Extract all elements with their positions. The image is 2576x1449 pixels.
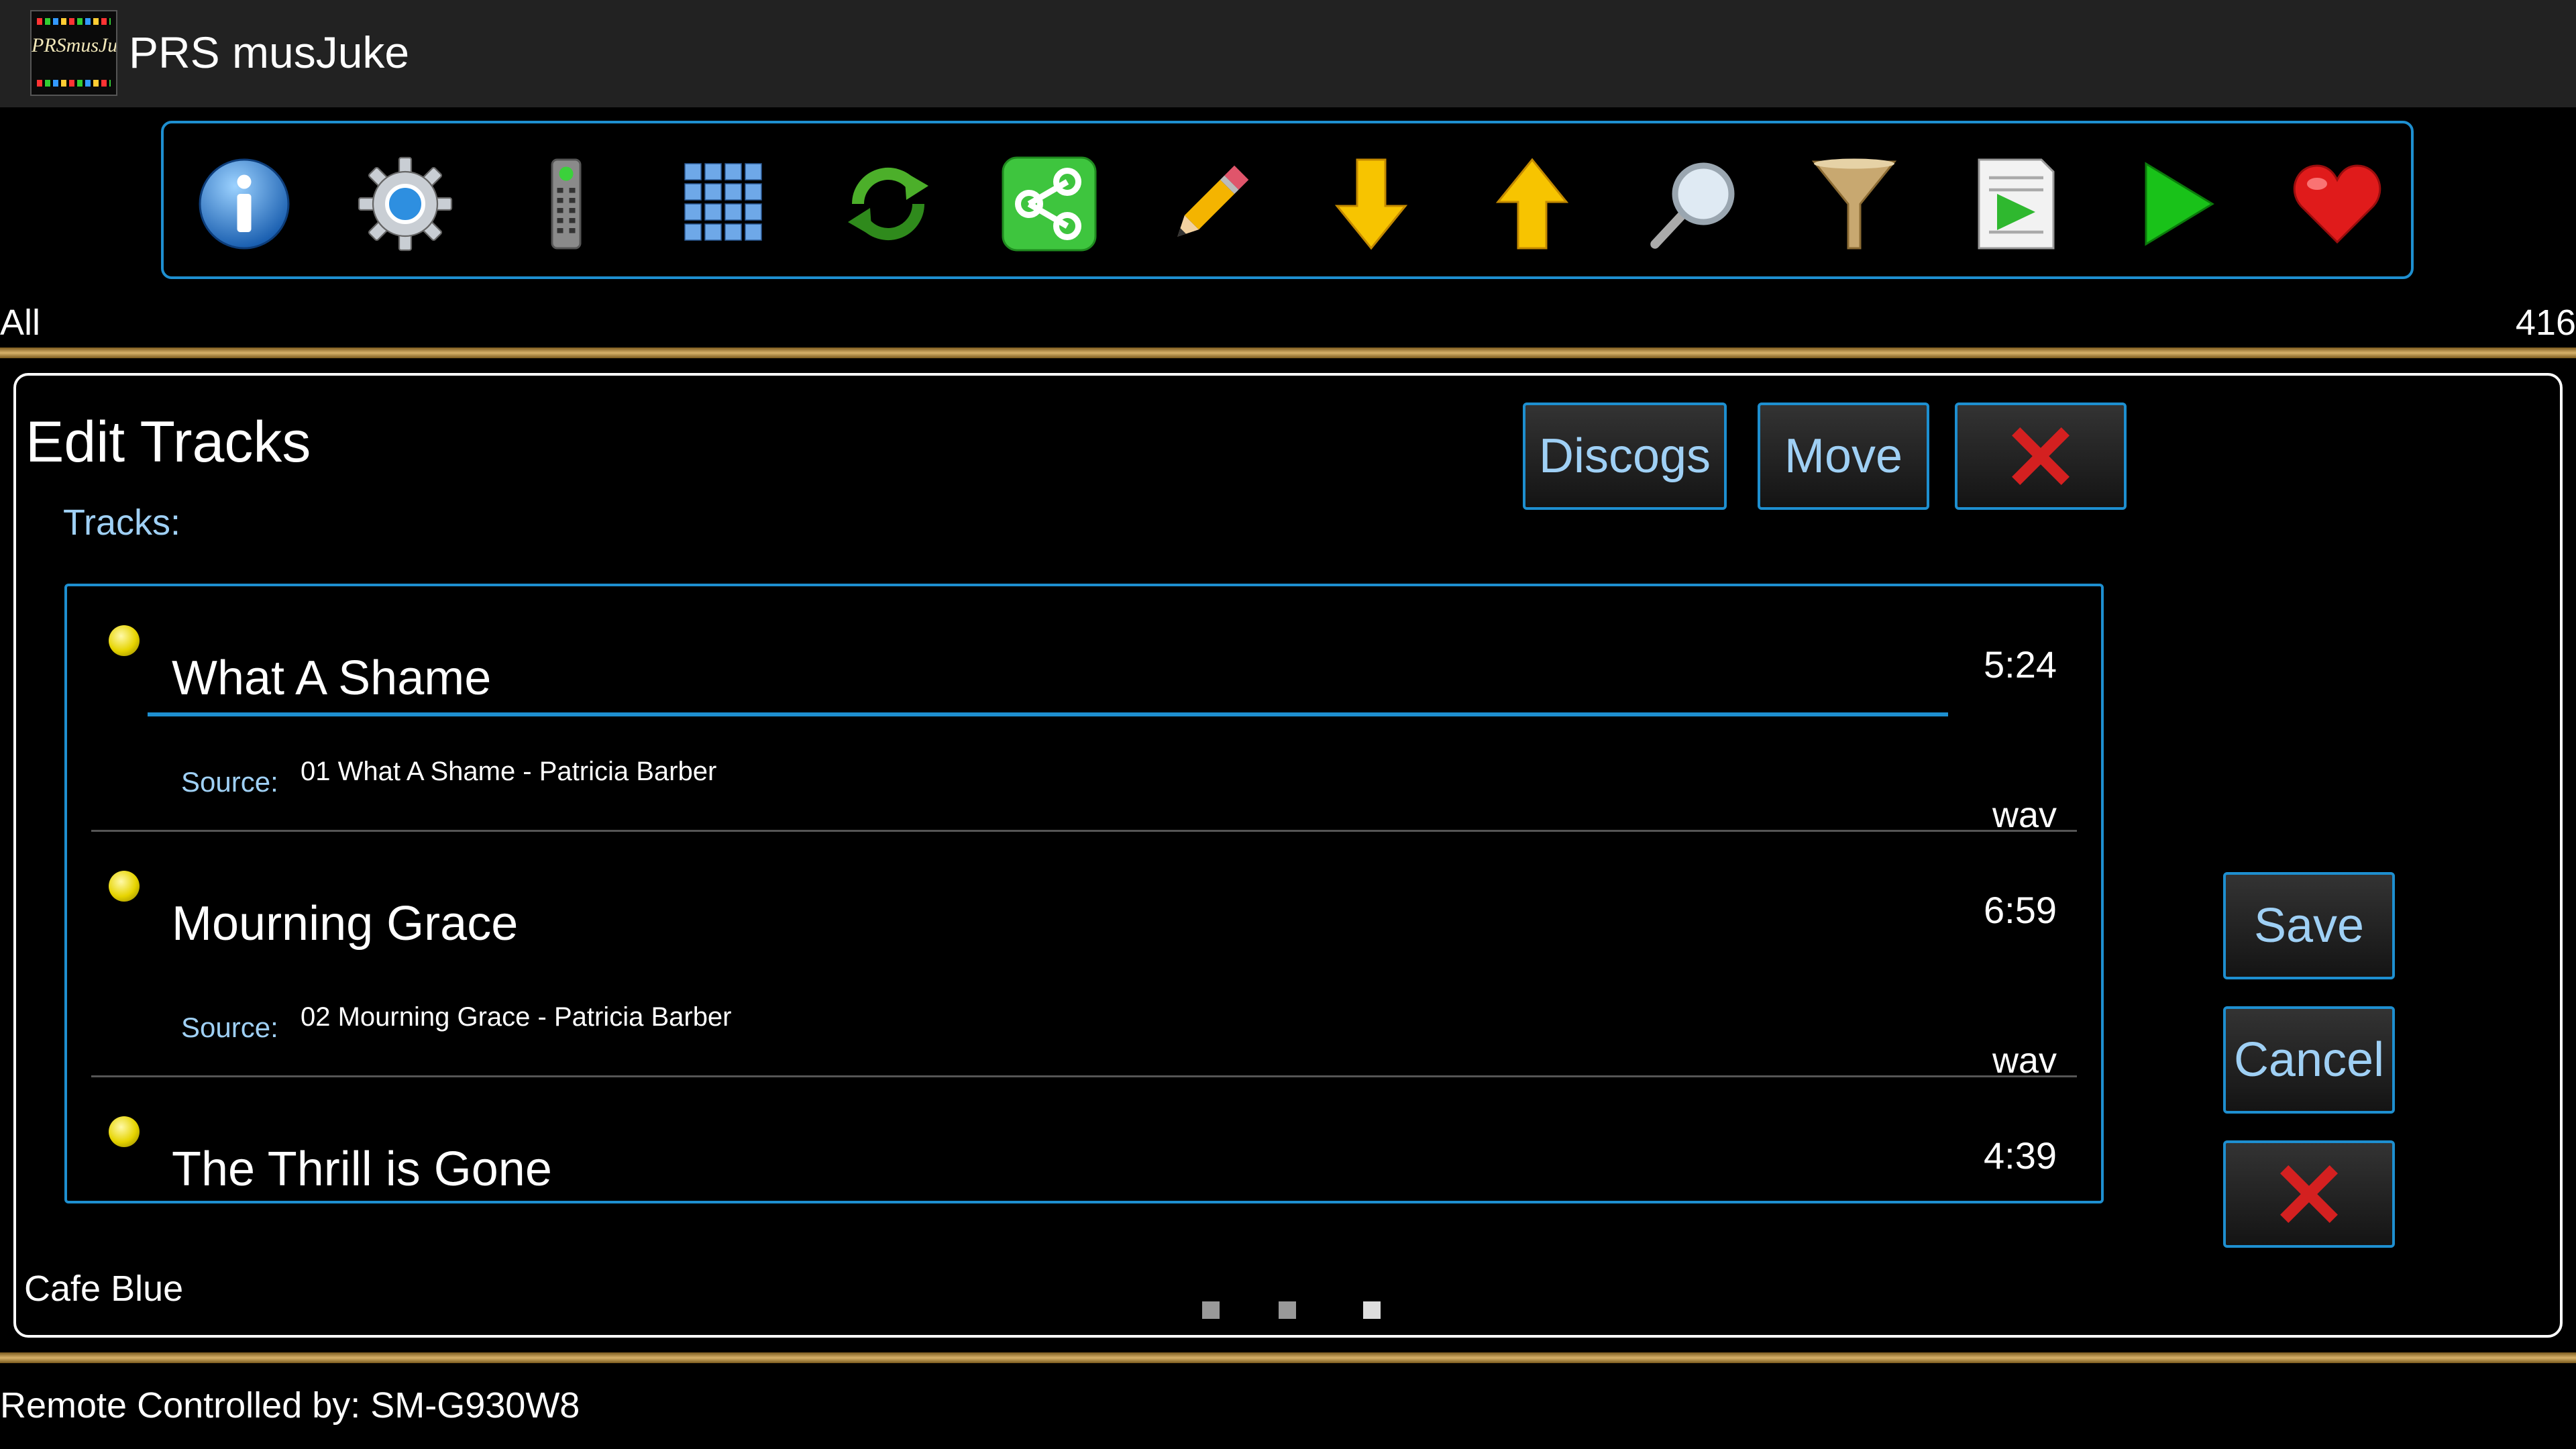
track-row[interactable]: The Thrill is Gone 4:39 bbox=[67, 1077, 2101, 1201]
page-indicator-2[interactable] bbox=[1279, 1301, 1296, 1319]
remote-icon bbox=[551, 158, 582, 250]
track-name-field[interactable]: What A Shame bbox=[172, 651, 491, 706]
share-icon bbox=[1002, 156, 1097, 252]
gold-divider-top bbox=[0, 347, 2576, 358]
play-icon bbox=[2145, 162, 2214, 246]
track-status-dot bbox=[109, 871, 140, 902]
info-button[interactable] bbox=[194, 154, 294, 254]
app-title: PRS musJuke bbox=[129, 28, 410, 77]
track-duration: 6:59 bbox=[1984, 889, 2057, 931]
save-button[interactable]: Save bbox=[2223, 872, 2395, 979]
track-count: 416 bbox=[2515, 303, 2576, 343]
track-name-underline bbox=[148, 712, 1948, 716]
grid-icon bbox=[684, 163, 762, 241]
playlist-button[interactable] bbox=[1965, 154, 2065, 254]
toolbar bbox=[161, 121, 2414, 279]
heart-icon bbox=[2293, 164, 2381, 244]
move-down-button[interactable] bbox=[1321, 154, 1421, 254]
discogs-button[interactable]: Discogs bbox=[1523, 402, 1727, 510]
page-indicator-1[interactable] bbox=[1202, 1301, 1220, 1319]
filter-label: All bbox=[0, 303, 41, 343]
search-icon bbox=[1650, 162, 1735, 249]
track-row[interactable]: Mourning Grace 6:59 Source: 02 Mourning … bbox=[67, 832, 2101, 1081]
move-button[interactable]: Move bbox=[1758, 402, 1929, 510]
track-name[interactable]: The Thrill is Gone bbox=[172, 1142, 552, 1197]
track-name[interactable]: Mourning Grace bbox=[172, 896, 518, 951]
playlist-icon bbox=[1978, 158, 2055, 250]
track-list[interactable]: What A Shame 5:24 Source: 01 What A Sham… bbox=[64, 584, 2104, 1203]
pencil-icon bbox=[1177, 165, 1249, 237]
title-bar: PRSmusJuke PRS musJuke bbox=[0, 0, 2576, 107]
track-duration: 4:39 bbox=[1984, 1134, 2057, 1177]
track-duration: 5:24 bbox=[1984, 643, 2057, 686]
source-value: 02 Mourning Grace - Patricia Barber bbox=[301, 1002, 732, 1032]
filter-button[interactable] bbox=[1804, 154, 1904, 254]
remote-button[interactable] bbox=[516, 154, 616, 254]
close-icon bbox=[2280, 1165, 2338, 1223]
info-icon bbox=[199, 158, 290, 250]
edit-button[interactable] bbox=[1160, 154, 1260, 254]
close-icon bbox=[2012, 427, 2070, 485]
album-name: Cafe Blue bbox=[24, 1269, 184, 1309]
share-button[interactable] bbox=[999, 154, 1099, 254]
track-status-dot bbox=[109, 1116, 140, 1147]
gear-icon bbox=[358, 156, 453, 252]
tracks-label: Tracks: bbox=[63, 502, 180, 543]
close-button[interactable] bbox=[2223, 1140, 2395, 1248]
page-title: Edit Tracks bbox=[25, 410, 311, 474]
source-label: Source: bbox=[181, 1012, 278, 1043]
favorite-button[interactable] bbox=[2287, 154, 2387, 254]
arrow-up-icon bbox=[1495, 158, 1569, 250]
edit-tracks-panel: Edit Tracks Tracks: Discogs Move What A … bbox=[13, 373, 2563, 1338]
move-up-button[interactable] bbox=[1482, 154, 1582, 254]
delete-button[interactable] bbox=[1955, 402, 2127, 510]
remote-status: Remote Controlled by: SM-G930W8 bbox=[0, 1385, 580, 1426]
source-value: 01 What A Shame - Patricia Barber bbox=[301, 757, 717, 786]
source-label: Source: bbox=[181, 766, 278, 798]
page-indicator-3[interactable] bbox=[1363, 1301, 1381, 1319]
settings-button[interactable] bbox=[355, 154, 455, 254]
gold-divider-bottom bbox=[0, 1352, 2576, 1363]
filter-icon bbox=[1811, 158, 1897, 250]
arrow-down-icon bbox=[1334, 158, 1408, 250]
track-row[interactable]: What A Shame 5:24 Source: 01 What A Sham… bbox=[67, 586, 2101, 835]
refresh-icon bbox=[848, 168, 928, 240]
logo-text: PRSmusJuke bbox=[32, 34, 117, 56]
logo-dots-top bbox=[37, 18, 111, 25]
play-button[interactable] bbox=[2126, 154, 2226, 254]
app-logo: PRSmusJuke bbox=[30, 10, 117, 96]
track-status-dot bbox=[109, 625, 140, 656]
logo-dots-bottom bbox=[37, 80, 111, 87]
search-button[interactable] bbox=[1643, 154, 1743, 254]
cancel-button[interactable]: Cancel bbox=[2223, 1006, 2395, 1114]
grid-button[interactable] bbox=[677, 154, 777, 254]
refresh-button[interactable] bbox=[838, 154, 938, 254]
